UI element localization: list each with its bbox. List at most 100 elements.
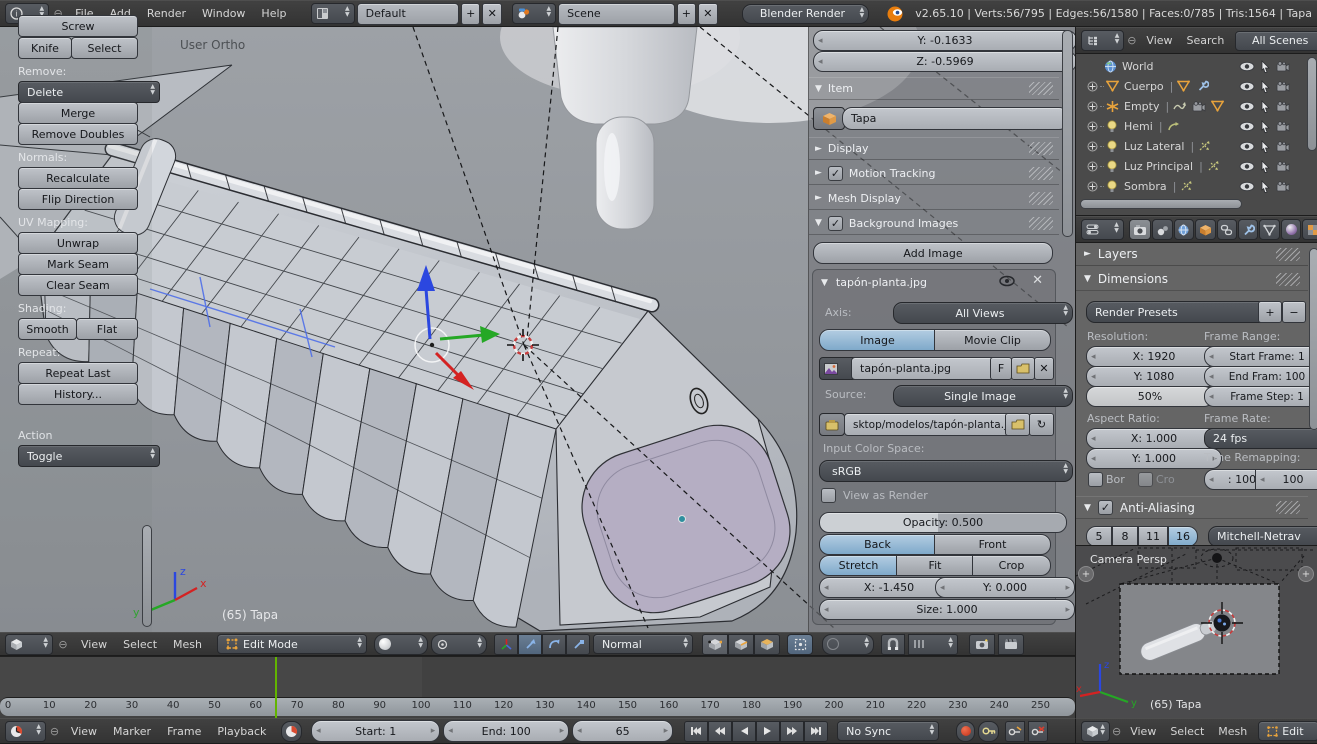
camera-viewport[interactable]: z y x Camera Persp (65) Tapa + +: [1075, 545, 1317, 719]
dimensions-panel-header[interactable]: ▼ Dimensions: [1076, 268, 1308, 291]
tab-object[interactable]: [1195, 219, 1216, 240]
proportional-edit-dropdown[interactable]: ▲ ▼: [822, 633, 875, 655]
viewport-menu-select[interactable]: Select: [115, 638, 165, 651]
next-keyframe-button[interactable]: [780, 720, 805, 742]
remove-doubles-button[interactable]: Remove Doubles: [18, 123, 138, 145]
add-layout-button[interactable]: +: [460, 2, 481, 25]
edge-select-toggle[interactable]: [728, 633, 755, 655]
render-engine-dropdown[interactable]: Blender Render ▲ ▼: [741, 3, 870, 24]
tab-world[interactable]: [1173, 219, 1195, 240]
tab-object-data[interactable]: [1259, 219, 1280, 240]
aspect-y-field[interactable]: Y: 1.000: [1086, 448, 1222, 469]
bg-offset-y-field[interactable]: Y: 0.000: [935, 577, 1075, 598]
toggle-action-dropdown[interactable]: Toggle ▲ ▼: [18, 445, 160, 467]
play-reverse-button[interactable]: [732, 720, 757, 742]
collapse-menus-icon[interactable]: ⊖: [1126, 34, 1137, 47]
aa-samples-16-button[interactable]: 16: [1168, 526, 1198, 547]
layers-panel-header[interactable]: ► Layers: [1076, 243, 1308, 266]
editor-type-selector-outliner[interactable]: ▲ ▼: [1081, 30, 1125, 51]
selectability-toggle-pointer-icon[interactable]: [1260, 99, 1271, 113]
unwrap-button[interactable]: Unwrap: [18, 232, 138, 254]
stretch-toggle[interactable]: Stretch: [819, 555, 898, 576]
close-icon[interactable]: ✕: [1032, 273, 1043, 288]
outliner-item-hemi[interactable]: Hemi |: [1076, 116, 1304, 136]
vertex-select-toggle[interactable]: [702, 633, 729, 655]
end-frame-field[interactable]: End: 100: [443, 720, 570, 742]
editor-type-selector-timeline[interactable]: ▲ ▼: [5, 720, 46, 742]
crop-toggle[interactable]: Crop: [972, 555, 1051, 576]
selectability-toggle-pointer-icon[interactable]: [1260, 139, 1271, 153]
tab-texture[interactable]: [1302, 219, 1317, 240]
visibility-toggle-eye-icon[interactable]: [1239, 160, 1255, 173]
flat-button[interactable]: Flat: [76, 318, 138, 340]
color-space-dropdown[interactable]: sRGB ▲ ▼: [819, 460, 1073, 482]
outliner-item-luz-principal[interactable]: Luz Principal |: [1076, 156, 1304, 176]
n-panel-scrollbar[interactable]: [1062, 30, 1073, 237]
panel-drag-stripes[interactable]: [1029, 82, 1053, 95]
add-scene-button[interactable]: +: [676, 2, 697, 25]
timeline-menu-playback[interactable]: Playback: [209, 725, 274, 738]
mode-dropdown[interactable]: Edit Mode ▲ ▼: [217, 634, 368, 654]
expand-region-right-button[interactable]: +: [1298, 566, 1314, 582]
selectability-toggle-pointer-icon[interactable]: [1260, 159, 1271, 173]
insert-keyframe-button[interactable]: [1005, 720, 1026, 742]
camera-view-menu-view[interactable]: View: [1123, 725, 1163, 738]
open-image-button[interactable]: [1011, 357, 1035, 380]
topbar-menu-render[interactable]: Render: [139, 7, 194, 20]
collapse-menus-icon[interactable]: ⊖: [49, 725, 60, 738]
outliner-item-label[interactable]: Hemi: [1124, 120, 1153, 133]
outliner-item-label[interactable]: Sombra: [1124, 180, 1167, 193]
image-name-field[interactable]: tapón-planta.jpg: [851, 357, 1007, 380]
transform-orientation-dropdown[interactable]: Normal ▲ ▼: [593, 634, 694, 654]
outliner-menu-search[interactable]: Search: [1180, 34, 1232, 47]
merge-button[interactable]: Merge: [18, 102, 138, 124]
properties-v-scrollbar[interactable]: [1309, 248, 1317, 430]
camera-view-menu-select[interactable]: Select: [1163, 725, 1211, 738]
panel-drag-stripes[interactable]: [1029, 166, 1053, 180]
visibility-toggle-eye-icon[interactable]: [1239, 140, 1255, 153]
viewport-menu-mesh[interactable]: Mesh: [165, 638, 210, 651]
panel-drag-stripes[interactable]: [1029, 216, 1053, 230]
motion-tracking-checkbox[interactable]: ✓: [827, 165, 843, 181]
transform-y-field[interactable]: Y: -0.1633: [813, 30, 1077, 51]
selectability-toggle-pointer-icon[interactable]: [1260, 79, 1271, 93]
fake-user-button[interactable]: F: [990, 357, 1012, 380]
anti-aliasing-checkbox[interactable]: ✓: [1097, 500, 1113, 515]
outliner-filter-dropdown[interactable]: All Scenes: [1235, 30, 1317, 51]
topbar-menu-window[interactable]: Window: [194, 7, 253, 20]
screw-button[interactable]: Screw: [18, 15, 138, 37]
visibility-toggle-eye-icon[interactable]: [1239, 60, 1255, 73]
aspect-x-field[interactable]: X: 1.000: [1086, 428, 1222, 449]
item-panel-header[interactable]: ▼ Item: [809, 77, 1059, 100]
repeat-last-button[interactable]: Repeat Last: [18, 362, 138, 384]
expand-icon[interactable]: [1084, 121, 1100, 132]
outliner-item-world[interactable]: World: [1076, 56, 1304, 76]
render-toggle-camera-icon[interactable]: [1276, 120, 1290, 133]
tab-render[interactable]: [1128, 219, 1152, 240]
manipulator-scale-toggle[interactable]: [566, 633, 591, 655]
manipulator-translate-toggle[interactable]: [518, 633, 543, 655]
tab-movie-clip[interactable]: Movie Clip: [934, 329, 1051, 351]
remap-new-field[interactable]: 100: [1255, 469, 1317, 490]
timeline-editor[interactable]: 0 10 20 30 40 50 60 70 80 90 100 110 120 130 140 150 160…: [0, 656, 1075, 718]
viewport-3d[interactable]: z x y User Ortho (65) Tapa Screw Knife S…: [0, 15, 1077, 632]
history-button[interactable]: History...: [18, 383, 138, 405]
screen-layout-name-field[interactable]: Default: [356, 2, 459, 25]
delete-layout-button[interactable]: ✕: [482, 2, 503, 25]
panel-drag-stripes[interactable]: [1276, 501, 1300, 514]
display-panel-header[interactable]: ► Display: [809, 137, 1059, 160]
outliner-item-cuerpo[interactable]: Cuerpo |: [1076, 76, 1304, 96]
snap-element-dropdown[interactable]: ▲ ▼: [908, 633, 959, 655]
editor-type-selector-properties[interactable]: ▲ ▼: [1081, 219, 1124, 240]
knife-button[interactable]: Knife: [18, 37, 72, 59]
select-button[interactable]: Select: [71, 37, 138, 59]
resolution-percentage-slider[interactable]: 50%: [1086, 386, 1214, 407]
outliner-item-label[interactable]: Luz Lateral: [1124, 140, 1184, 153]
panel-drag-stripes[interactable]: [1029, 142, 1053, 155]
tab-modifiers[interactable]: [1238, 219, 1259, 240]
visibility-toggle-eye-icon[interactable]: [1239, 80, 1255, 93]
start-frame-prop-field[interactable]: Start Frame: 1: [1204, 346, 1317, 367]
tab-image[interactable]: Image: [819, 329, 936, 351]
render-presets-dropdown[interactable]: Render Presets▲▼: [1086, 301, 1276, 323]
face-select-toggle[interactable]: [754, 633, 781, 655]
